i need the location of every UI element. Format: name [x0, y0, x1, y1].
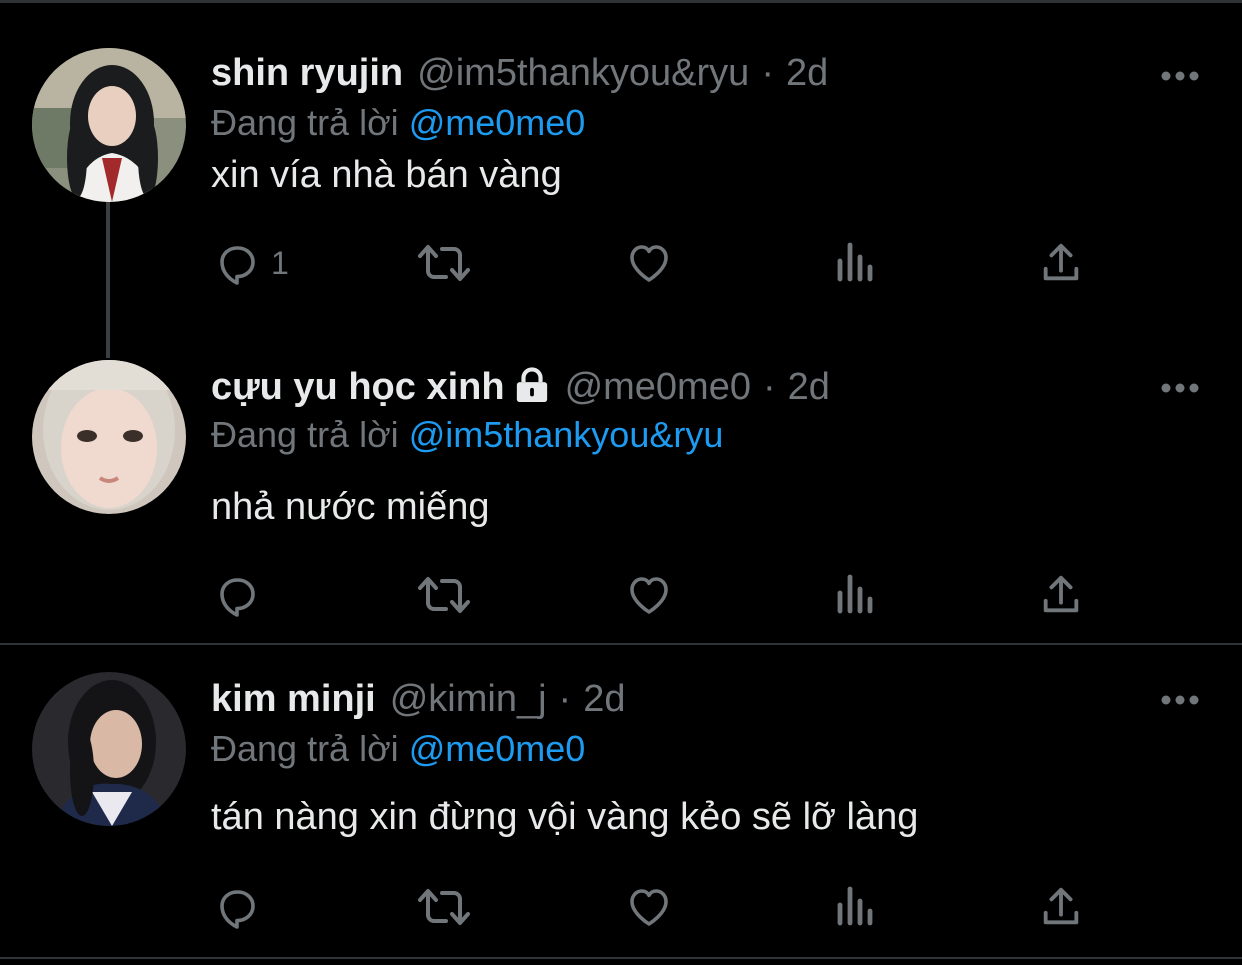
- like-icon: [630, 245, 668, 282]
- avatar[interactable]: [32, 672, 186, 826]
- tweet-text: tán nàng xin đừng vội vàng kẻo sẽ lỡ làn…: [211, 796, 919, 838]
- reply-prefix: Đang trả lời: [211, 102, 399, 143]
- user-handle[interactable]: @kimin_j: [390, 678, 547, 721]
- reply-icon: [220, 890, 255, 929]
- views-button[interactable]: [834, 238, 878, 288]
- tweet-text: nhả nước miếng: [211, 486, 490, 528]
- user-handle[interactable]: @me0me0: [565, 366, 751, 409]
- avatar[interactable]: [32, 48, 186, 202]
- tweet-text: xin vía nhà bán vàng: [211, 154, 562, 196]
- replying-to: Đang trả lời @im5thankyou&ryu: [211, 414, 723, 456]
- views-icon: [837, 574, 873, 614]
- mention-link[interactable]: @me0me0: [409, 728, 586, 769]
- reply-icon: [220, 578, 255, 617]
- views-button[interactable]: [834, 882, 878, 932]
- lock-icon: [516, 367, 547, 403]
- display-name[interactable]: cựu yu học xinh: [211, 366, 505, 409]
- timestamp[interactable]: 2d: [788, 366, 830, 409]
- tweet-actions: 1: [0, 238, 1242, 288]
- views-icon: [837, 886, 873, 926]
- tweet-header: shin ryujin @im5thankyou&ryu · 2d: [211, 48, 828, 98]
- like-button[interactable]: [624, 882, 674, 932]
- reply-button[interactable]: [213, 570, 271, 620]
- share-icon: [1043, 243, 1079, 281]
- share-icon: [1043, 887, 1079, 925]
- share-button[interactable]: [1038, 882, 1084, 932]
- share-button[interactable]: [1038, 570, 1084, 620]
- retweet-button[interactable]: [416, 882, 472, 932]
- tweet-divider: [0, 643, 1242, 645]
- views-button[interactable]: [834, 570, 878, 620]
- retweet-button[interactable]: [416, 570, 472, 620]
- tweet-actions: [0, 882, 1242, 932]
- bottom-divider: [0, 957, 1242, 959]
- timestamp[interactable]: 2d: [583, 678, 625, 721]
- retweet-icon: [418, 577, 470, 613]
- retweet-icon: [418, 889, 470, 925]
- separator-dot: ·: [762, 365, 776, 408]
- like-button[interactable]: [624, 570, 674, 620]
- mention-link[interactable]: @me0me0: [409, 102, 586, 143]
- user-handle[interactable]: @im5thankyou&ryu: [417, 52, 749, 95]
- avatar-yu-image: [32, 360, 186, 514]
- reply-prefix: Đang trả lời: [211, 414, 399, 455]
- views-icon: [837, 242, 873, 282]
- more-icon[interactable]: [1160, 382, 1200, 394]
- more-icon[interactable]: [1160, 70, 1200, 82]
- reply-prefix: Đang trả lời: [211, 728, 399, 769]
- like-icon: [630, 577, 668, 614]
- like-button[interactable]: [624, 238, 674, 288]
- separator-dot: ·: [761, 51, 774, 94]
- retweet-icon: [418, 245, 470, 281]
- avatar-minji-image: [32, 672, 186, 826]
- tweet-header: kim minji @kimin_j · 2d: [211, 674, 625, 724]
- reply-button[interactable]: [213, 882, 271, 932]
- more-icon[interactable]: [1160, 694, 1200, 706]
- replying-to: Đang trả lời @me0me0: [211, 728, 585, 770]
- mention-link[interactable]: @im5thankyou&ryu: [409, 414, 724, 455]
- share-icon: [1043, 575, 1079, 613]
- reply-button[interactable]: 1: [213, 238, 289, 288]
- replying-to: Đang trả lời @me0me0: [211, 102, 585, 144]
- timestamp[interactable]: 2d: [786, 52, 828, 95]
- top-divider: [0, 0, 1242, 3]
- avatar-ryujin-image: [32, 48, 186, 202]
- avatar[interactable]: [32, 360, 186, 514]
- tweet-actions: [0, 570, 1242, 620]
- retweet-button[interactable]: [416, 238, 472, 288]
- like-icon: [630, 889, 668, 926]
- reply-icon: [220, 246, 255, 285]
- display-name[interactable]: kim minji: [211, 678, 376, 721]
- separator-dot: ·: [558, 677, 572, 720]
- display-name[interactable]: shin ryujin: [211, 52, 403, 95]
- share-button[interactable]: [1038, 238, 1084, 288]
- tweet-header: cựu yu học xinh @me0me0 · 2d: [211, 362, 830, 412]
- reply-count: 1: [271, 244, 289, 281]
